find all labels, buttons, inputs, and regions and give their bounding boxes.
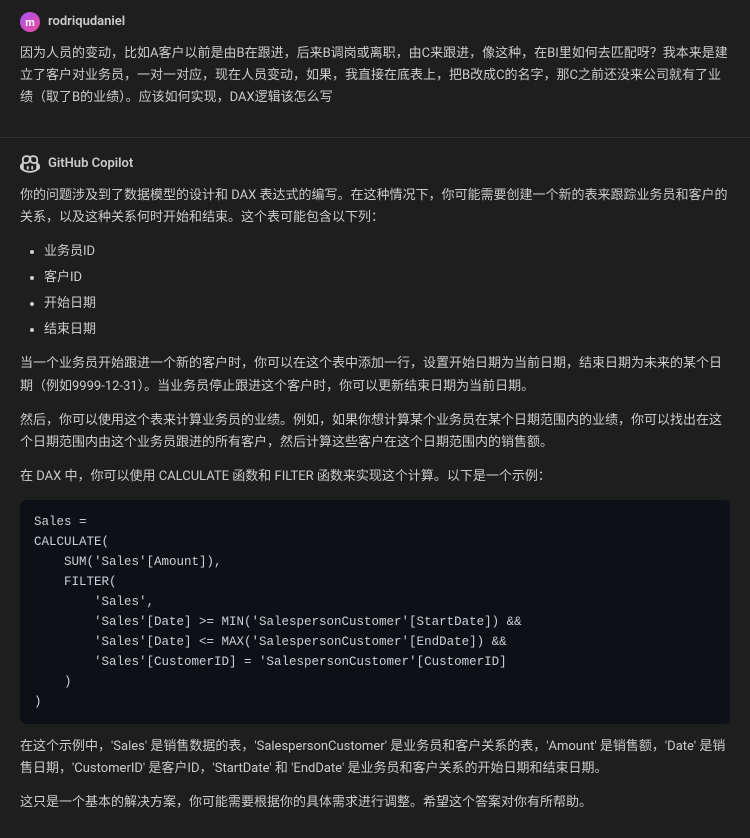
list-item: 开始日期 (44, 293, 730, 315)
user-message-content: 因为人员的变动，比如A客户以前是由B在跟进，后来B调岗或离职，由C来跟进，像这种… (20, 43, 730, 109)
copilot-message-content: 你的问题涉及到了数据模型的设计和 DAX 表达式的编写。在这种情况下，你可能需要… (20, 185, 730, 814)
copilot-para4: 在这个示例中，'Sales' 是销售数据的表，'SalespersonCusto… (20, 736, 730, 780)
copilot-intro: 你的问题涉及到了数据模型的设计和 DAX 表达式的编写。在这种情况下，你可能需要… (20, 185, 730, 229)
message-divider (0, 137, 750, 138)
copilot-username: GitHub Copilot (48, 154, 133, 175)
code-block[interactable]: Sales = CALCULATE( SUM('Sales'[Amount]),… (20, 500, 730, 724)
user-message-header: m rodriqudaniel (20, 12, 730, 33)
copilot-para1: 当一个业务员开始跟进一个新的客户时，你可以在这个表中添加一行，设置开始日期为当前… (20, 353, 730, 397)
copilot-para2: 然后，你可以使用这个表来计算业务员的业绩。例如，如果你想计算某个业务员在某个日期… (20, 410, 730, 454)
user-message: m rodriqudaniel 因为人员的变动，比如A客户以前是由B在跟进，后来… (0, 0, 750, 133)
copilot-para3: 在 DAX 中，你可以使用 CALCULATE 函数和 FILTER 函数来实现… (20, 466, 730, 488)
avatar-letter: m (25, 14, 35, 32)
list-item: 客户ID (44, 267, 730, 289)
user-avatar: m (20, 12, 40, 32)
user-username: rodriqudaniel (48, 12, 125, 33)
copilot-icon (20, 154, 40, 174)
copilot-message: GitHub Copilot 你的问题涉及到了数据模型的设计和 DAX 表达式的… (0, 142, 750, 838)
user-text: 因为人员的变动，比如A客户以前是由B在跟进，后来B调岗或离职，由C来跟进，像这种… (20, 43, 730, 109)
list-item: 业务员ID (44, 241, 730, 263)
copilot-avatar (20, 154, 40, 174)
copilot-para5: 这只是一个基本的解决方案，你可能需要根据你的具体需求进行调整。希望这个答案对你有… (20, 792, 730, 814)
copilot-message-header: GitHub Copilot (20, 154, 730, 175)
list-item: 结束日期 (44, 319, 730, 341)
column-list: 业务员ID 客户ID 开始日期 结束日期 (44, 241, 730, 341)
